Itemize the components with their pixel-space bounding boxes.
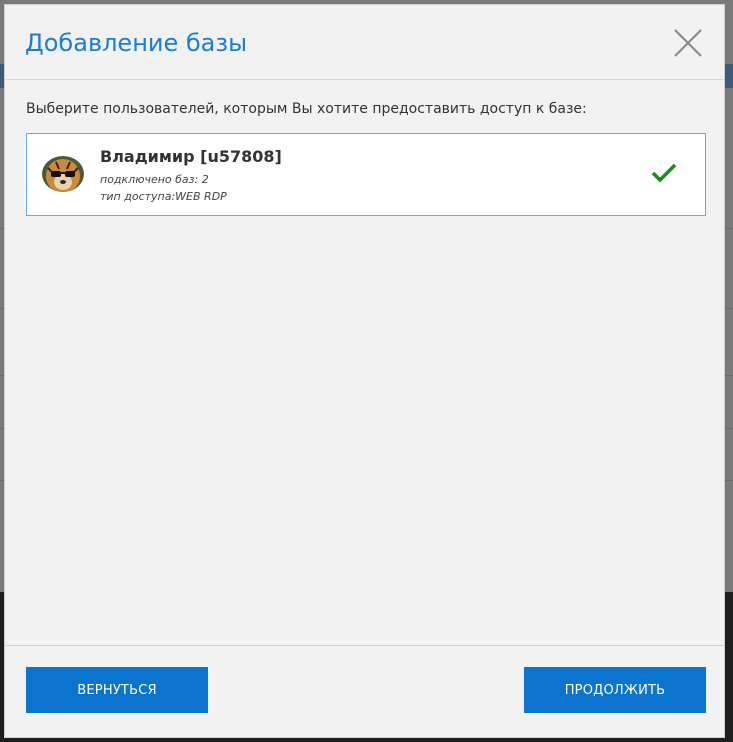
user-access-type: тип доступа:WEB RDP <box>100 190 227 203</box>
user-databases-count: подключено баз: 2 <box>100 173 209 186</box>
checkmark-icon <box>651 162 677 184</box>
add-database-dialog: Добавление базы Выберите пользователей, … <box>4 4 725 738</box>
close-icon[interactable] <box>672 27 704 59</box>
back-button[interactable]: ВЕРНУТЬСЯ <box>26 667 208 713</box>
avatar <box>42 156 84 192</box>
dialog-title: Добавление базы <box>25 29 248 57</box>
user-name: Владимир [u57808] <box>100 147 282 166</box>
dialog-header: Добавление базы <box>5 5 724 80</box>
continue-button[interactable]: ПРОДОЛЖИТЬ <box>524 667 706 713</box>
user-list-item[interactable]: Владимир [u57808] подключено баз: 2 тип … <box>26 133 706 216</box>
dialog-prompt: Выберите пользователей, которым Вы хотит… <box>26 101 587 117</box>
dialog-footer: ВЕРНУТЬСЯ ПРОДОЛЖИТЬ <box>5 645 724 737</box>
